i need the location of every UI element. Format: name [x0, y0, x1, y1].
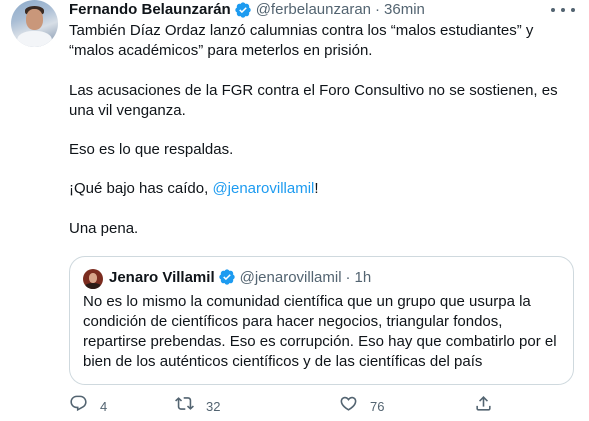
more-dot	[571, 8, 575, 12]
quoted-author-avatar	[83, 269, 103, 289]
like-count: 76	[370, 398, 385, 414]
quoted-author-name: Jenaro Villamil	[109, 268, 215, 286]
verified-badge-icon	[218, 268, 236, 286]
reply-button[interactable]: 4	[69, 394, 108, 418]
author-name[interactable]: Fernando Belaunzarán	[69, 0, 231, 20]
tweet-actions: 4 32 76	[69, 394, 499, 418]
paragraph-text: ¡Qué bajo has caído,	[69, 180, 213, 197]
avatar-face	[26, 9, 43, 30]
retweet-icon	[175, 394, 194, 418]
verified-badge-icon	[234, 1, 252, 19]
reply-count: 4	[100, 398, 108, 414]
quoted-tweet[interactable]: Jenaro Villamil @jenarovillamil · 1h No …	[69, 256, 574, 385]
quoted-avatar-face	[89, 273, 97, 283]
quoted-author-handle: @jenarovillamil	[239, 268, 342, 286]
tweet-paragraph: También Díaz Ordaz lanzó calumnias contr…	[69, 22, 534, 59]
reply-icon	[69, 394, 88, 418]
tweet-paragraph: Las acusaciones de la FGR contra el Foro…	[69, 82, 558, 119]
retweet-button[interactable]: 32	[175, 396, 220, 416]
author-handle[interactable]: @ferbelaunzaran	[256, 0, 371, 20]
heart-icon	[339, 394, 358, 418]
share-icon	[474, 394, 493, 418]
quoted-tweet-timestamp: 1h	[354, 268, 372, 286]
avatar-shirt	[17, 31, 52, 47]
like-button[interactable]: 76	[339, 396, 384, 416]
tweet-header: Fernando Belaunzarán @ferbelaunzaran · 3…	[69, 0, 425, 20]
more-options-icon[interactable]	[551, 4, 575, 16]
mention-link[interactable]: @jenarovillamil	[212, 180, 314, 197]
tweet[interactable]: Fernando Belaunzarán @ferbelaunzaran · 3…	[0, 0, 589, 421]
tweet-paragraph: Una pena.	[69, 220, 139, 237]
share-button[interactable]	[474, 396, 493, 416]
tweet-paragraph: Eso es lo que respaldas.	[69, 141, 234, 158]
tweet-timestamp[interactable]: 36min	[384, 0, 425, 20]
retweet-count: 32	[206, 398, 221, 414]
more-dot	[551, 8, 555, 12]
quoted-avatar-body	[85, 283, 101, 289]
quoted-tweet-text: No es lo mismo la comunidad científica q…	[83, 293, 557, 370]
author-avatar[interactable]	[11, 0, 58, 47]
separator-dot: ·	[345, 268, 351, 286]
quoted-tweet-header: Jenaro Villamil @jenarovillamil · 1h	[109, 267, 371, 287]
tweet-paragraph: ¡Qué bajo has caído, @jenarovillamil!	[69, 179, 319, 199]
more-dot	[561, 8, 565, 12]
paragraph-text: !	[314, 180, 319, 197]
separator-dot: ·	[375, 1, 381, 18]
